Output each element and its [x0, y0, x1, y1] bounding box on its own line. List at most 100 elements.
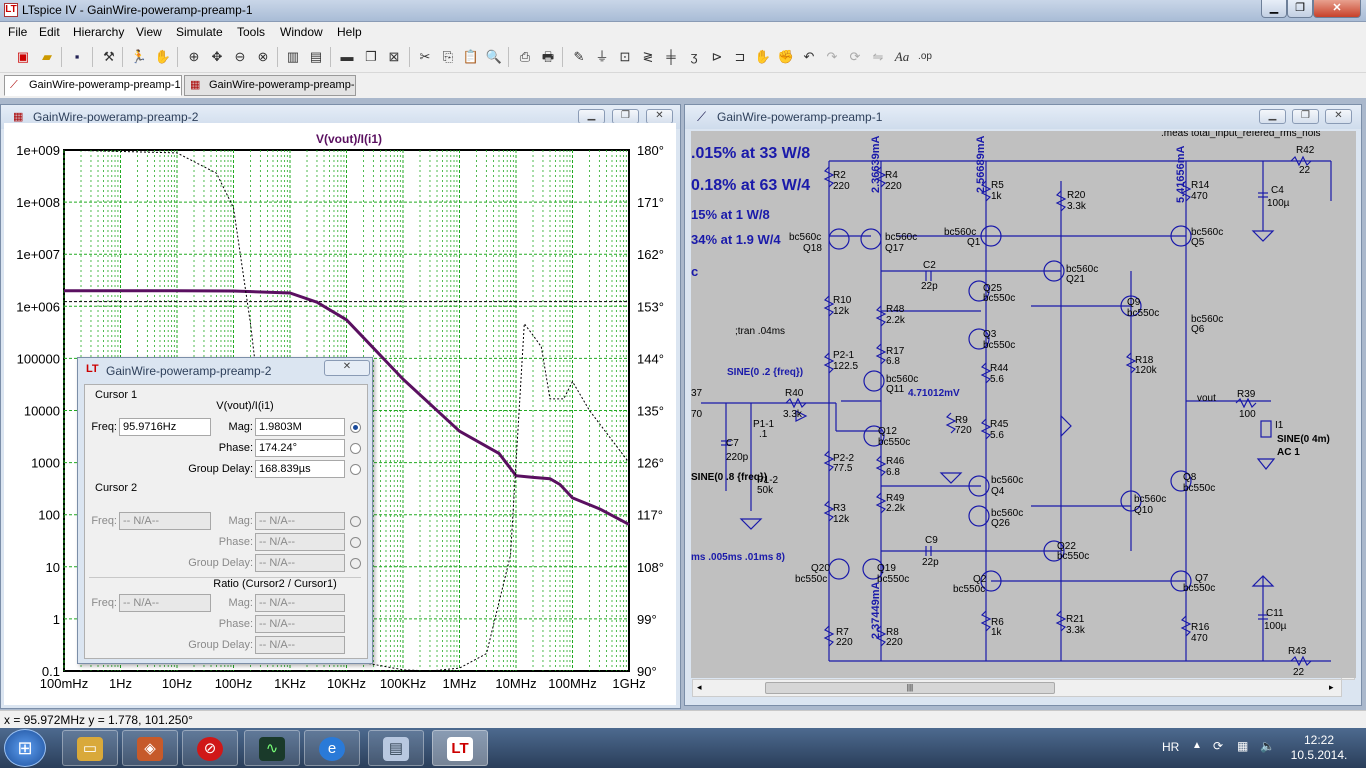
cursor-dialog[interactable]: LT GainWire-poweramp-preamp-2 ✕ Cursor 1…	[77, 357, 373, 664]
show-hidden-icons-icon[interactable]: ▲	[1192, 740, 1202, 751]
plot-settings-icon[interactable]: ▤	[307, 48, 325, 66]
horizontal-scrollbar[interactable]: ◂ ||| ▸	[692, 679, 1342, 697]
minimize-button[interactable]: ▁	[1261, 0, 1287, 18]
cursor1-group-delay-field[interactable]: 168.839µs	[255, 460, 345, 478]
ground-icon[interactable]: ⏚	[593, 48, 611, 66]
ratio-group-delay-field[interactable]: -- N/A--	[255, 636, 345, 654]
maximize-button[interactable]: ❐	[1292, 109, 1319, 124]
new-schematic-icon[interactable]: ▣	[14, 48, 32, 66]
taskbar-antivirus-button[interactable]: ⊘	[182, 730, 238, 766]
halt-icon[interactable]: ✋	[154, 48, 172, 66]
cursor2-group-delay-field[interactable]: -- N/A--	[255, 554, 345, 572]
print-preview-icon[interactable]: ⎙	[516, 48, 534, 66]
minimize-button[interactable]: ▁	[578, 109, 605, 124]
copy-icon[interactable]: ⎘	[439, 48, 457, 66]
clock-date[interactable]: 10.5.2014.	[1282, 748, 1356, 762]
close-window-icon[interactable]: ⊠	[385, 48, 403, 66]
network-icon[interactable]: ▦	[1237, 739, 1248, 753]
ratio-freq-field[interactable]: -- N/A--	[119, 594, 211, 612]
cursor1-group-delay-radio[interactable]	[350, 464, 361, 475]
undo-icon[interactable]: ↶	[800, 48, 818, 66]
diode-icon[interactable]: ⊳	[708, 48, 726, 66]
taskbar-app-button[interactable]: ◈	[122, 730, 178, 766]
pan-icon[interactable]: ✥	[208, 48, 226, 66]
inductor-icon[interactable]: ʒ	[685, 48, 703, 66]
sync-icon[interactable]: ⟳	[1213, 739, 1223, 753]
tile-horizontal-icon[interactable]: ▬	[338, 48, 356, 66]
cursor2-mag-radio[interactable]	[350, 516, 361, 527]
schematic-icon: ⟋	[697, 109, 707, 124]
scroll-right-icon[interactable]: ▸	[1329, 682, 1334, 693]
close-button[interactable]: ✕	[1325, 109, 1352, 124]
close-button[interactable]: ✕	[324, 360, 370, 376]
minimize-button[interactable]: ▁	[1259, 109, 1286, 124]
resistor-icon[interactable]: ≷	[639, 48, 657, 66]
schematic-drawing[interactable]: R2 220 R4 220 R5 1k R20 3.3k R14 470 R42…	[691, 131, 1356, 678]
ratio-phase-field[interactable]: -- N/A--	[255, 615, 345, 633]
save-icon[interactable]: ▪	[68, 48, 86, 66]
cut-icon[interactable]: ✂	[416, 48, 434, 66]
taskbar-window-button[interactable]: ▤	[368, 730, 424, 766]
clock-time[interactable]: 12:22	[1302, 733, 1336, 747]
zoom-in-icon[interactable]: ⊕	[185, 48, 203, 66]
move-icon[interactable]: ✋	[754, 48, 772, 66]
menu-file[interactable]: File	[8, 25, 27, 39]
cursor1-phase-field[interactable]: 174.24°	[255, 439, 345, 457]
close-button[interactable]: ✕	[646, 109, 673, 124]
cursor2-mag-field[interactable]: -- N/A--	[255, 512, 345, 530]
tab-schematic[interactable]: ⟋ GainWire-poweramp-preamp-1	[4, 75, 182, 96]
scroll-left-icon[interactable]: ◂	[697, 682, 702, 693]
taskbar-browser-button[interactable]: e	[304, 730, 360, 766]
taskbar-scope-button[interactable]: ∿	[244, 730, 300, 766]
cursor2-phase-field[interactable]: -- N/A--	[255, 533, 345, 551]
menu-hierarchy[interactable]: Hierarchy	[73, 25, 124, 39]
tab-waveform[interactable]: ▦ GainWire-poweramp-preamp-2	[184, 75, 356, 110]
cascade-icon[interactable]: ❐	[362, 48, 380, 66]
autorange-icon[interactable]: ▥	[284, 48, 302, 66]
restore-button[interactable]: ❐	[1287, 0, 1313, 18]
menu-window[interactable]: Window	[280, 25, 323, 39]
maximize-button[interactable]: ❐	[612, 109, 639, 124]
language-indicator[interactable]: HR	[1162, 740, 1179, 754]
cursor2-freq-field[interactable]: -- N/A--	[119, 512, 211, 530]
run-icon[interactable]: 🏃	[130, 48, 148, 66]
menu-tools[interactable]: Tools	[237, 25, 265, 39]
cursor1-mag-radio[interactable]	[350, 422, 361, 433]
menu-view[interactable]: View	[136, 25, 162, 39]
drag-icon[interactable]: ✊	[777, 48, 795, 66]
menu-help[interactable]: Help	[337, 25, 362, 39]
text-icon[interactable]: Aa	[893, 48, 911, 66]
svg-text:5.6: 5.6	[990, 374, 1004, 385]
rotate-icon[interactable]: ⟳	[846, 48, 864, 66]
mirror-icon[interactable]: ⇋	[869, 48, 887, 66]
ratio-mag-field[interactable]: -- N/A--	[255, 594, 345, 612]
wire-icon[interactable]: ✎	[570, 48, 588, 66]
control-panel-icon[interactable]: ⚒	[100, 48, 118, 66]
volume-icon[interactable]: 🔈	[1260, 739, 1275, 753]
print-icon[interactable]: 🖶	[539, 48, 557, 66]
cursor1-phase-radio[interactable]	[350, 443, 361, 454]
trace-label[interactable]: V(vout)/I(i1)	[316, 132, 382, 146]
spice-directive-icon[interactable]: .op	[916, 48, 934, 66]
menu-edit[interactable]: Edit	[39, 25, 60, 39]
cursor1-mag-field[interactable]: 1.9803M	[255, 418, 345, 436]
zoom-fit-icon[interactable]: ⊗	[254, 48, 272, 66]
component-icon[interactable]: ⊐	[731, 48, 749, 66]
taskbar-explorer-button[interactable]: ▭	[62, 730, 118, 766]
redo-icon[interactable]: ↷	[823, 48, 841, 66]
cursor1-freq-field[interactable]: 95.9716Hz	[119, 418, 211, 436]
close-button[interactable]: ✕	[1313, 0, 1361, 18]
menu-simulate[interactable]: Simulate	[176, 25, 223, 39]
schematic-canvas[interactable]: R2 220 R4 220 R5 1k R20 3.3k R14 470 R42…	[691, 131, 1356, 678]
taskbar-ltspice-button[interactable]: LT	[432, 730, 488, 766]
cursor2-phase-radio[interactable]	[350, 537, 361, 548]
paste-icon[interactable]: 📋	[462, 48, 480, 66]
cursor2-group-delay-radio[interactable]	[350, 558, 361, 569]
capacitor-icon[interactable]: ╪	[662, 48, 680, 66]
open-folder-icon[interactable]: ▰	[38, 48, 56, 66]
zoom-out-icon[interactable]: ⊖	[231, 48, 249, 66]
start-button[interactable]: ⊞	[4, 729, 46, 767]
scrollbar-thumb[interactable]: |||	[765, 682, 1055, 694]
label-net-icon[interactable]: ⊡	[616, 48, 634, 66]
find-icon[interactable]: 🔍	[485, 48, 503, 66]
